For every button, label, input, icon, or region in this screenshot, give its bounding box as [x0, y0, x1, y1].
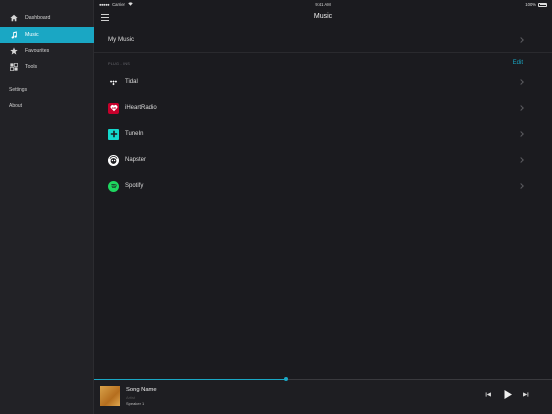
previous-icon[interactable]	[485, 391, 492, 398]
sidebar-item-dashboard[interactable]: Dashboard	[0, 10, 94, 26]
sidebar-item-label: Music	[25, 32, 39, 38]
sidebar-item-tools[interactable]: Tools	[0, 59, 94, 75]
tunein-icon	[108, 128, 119, 140]
status-time: 9:41 AM	[315, 2, 331, 7]
napster-icon	[108, 154, 119, 166]
sidebar-item-label: Dashboard	[25, 15, 51, 21]
home-icon	[9, 14, 18, 23]
edit-button[interactable]: Edit	[513, 60, 523, 66]
sidebar-item-label: Tools	[25, 64, 38, 70]
tools-icon	[9, 63, 18, 72]
my-music-row[interactable]: My Music	[94, 27, 552, 53]
progress-knob[interactable]	[284, 377, 289, 381]
status-bar: ●●●●● Carrier 9:41 AM 100%	[94, 0, 552, 9]
sidebar-item-settings[interactable]: Settings	[9, 87, 27, 93]
album-art[interactable]	[100, 386, 120, 406]
star-icon	[9, 47, 18, 56]
sidebar-item-about[interactable]: About	[9, 103, 22, 109]
play-icon[interactable]	[503, 389, 513, 400]
music-note-icon	[9, 31, 18, 40]
service-label: Spotify	[125, 183, 144, 189]
speaker-name: Speaker 1	[126, 401, 145, 406]
song-artist: Artist	[126, 395, 136, 400]
chevron-right-icon	[518, 183, 524, 189]
spotify-icon	[108, 180, 119, 192]
song-name: Song Name	[126, 387, 157, 393]
service-label: Tidal	[125, 79, 138, 85]
chevron-right-icon	[518, 79, 524, 85]
service-label: TuneIn	[125, 131, 144, 137]
player-bar: Song Name Artist Speaker 1	[94, 377, 552, 414]
iheartradio-icon: iHR	[108, 102, 119, 114]
chevron-right-icon	[518, 36, 524, 43]
progress-fill	[94, 379, 287, 380]
sidebar-item-label: Favourites	[25, 48, 50, 54]
service-label: iHeartRadio	[125, 105, 157, 111]
sidebar: Dashboard Music Favourites Tools Setting…	[0, 0, 94, 414]
chevron-right-icon	[518, 105, 524, 111]
svg-text:iHR: iHR	[111, 107, 115, 110]
service-row-tunein[interactable]: TuneIn	[94, 121, 552, 147]
my-music-label: My Music	[108, 36, 135, 43]
sidebar-item-music[interactable]: Music	[0, 27, 94, 43]
next-icon[interactable]	[522, 391, 529, 398]
service-label: Napster	[125, 157, 147, 163]
chevron-right-icon	[518, 157, 524, 163]
chevron-right-icon	[518, 131, 524, 137]
service-row-iheartradio[interactable]: iHR iHeartRadio	[94, 95, 552, 121]
battery-percent: 100%	[525, 2, 536, 7]
section-header: PLUG - INS	[108, 62, 131, 66]
page-title: Music	[313, 13, 333, 20]
sidebar-item-favourites[interactable]: Favourites	[0, 43, 94, 59]
service-row-napster[interactable]: Napster	[94, 147, 552, 173]
service-row-tidal[interactable]: Tidal	[94, 69, 552, 95]
main-content: ●●●●● Carrier 9:41 AM 100% Music My Musi…	[94, 0, 552, 379]
tidal-icon	[108, 77, 119, 88]
service-row-spotify[interactable]: Spotify	[94, 173, 552, 199]
nav-bar: Music	[94, 9, 552, 26]
battery-icon	[538, 2, 547, 7]
